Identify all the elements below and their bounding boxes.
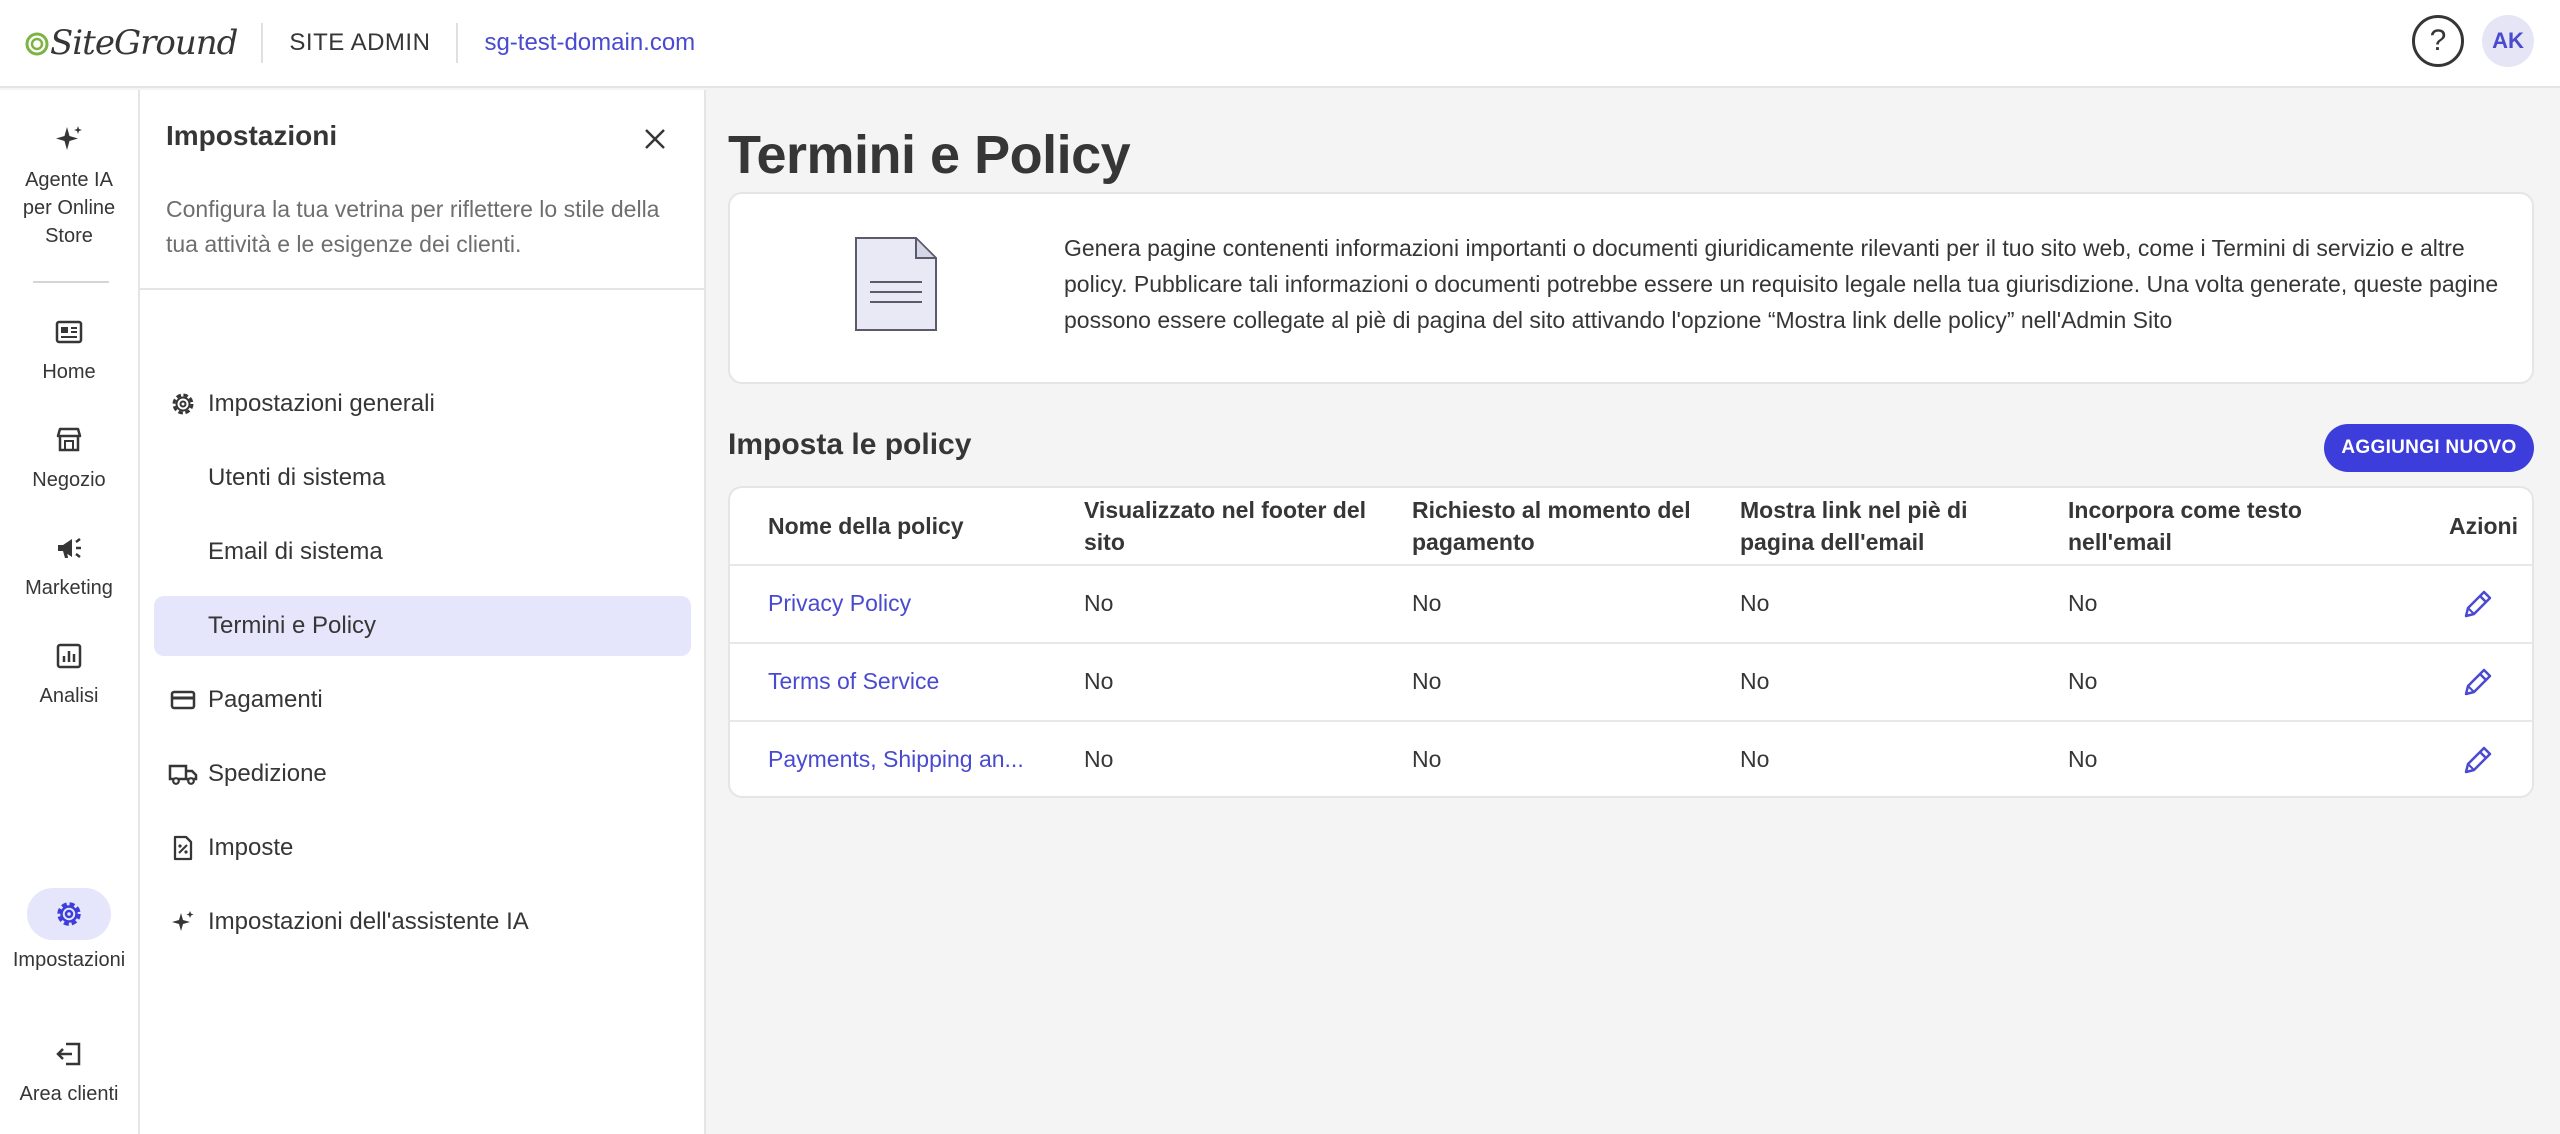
icon-rail: Agente IA per Online Store Home Negozio … — [0, 90, 140, 1134]
tax-document-icon — [166, 835, 200, 861]
policy-name-link[interactable]: Payments, Shipping an... — [768, 746, 1024, 773]
rail-item-label: Area clienti — [19, 1083, 119, 1105]
embed-value: No — [2068, 668, 2098, 694]
rail-item-ai-agent[interactable]: Agente IA per Online Store — [0, 120, 138, 250]
rail-item-label: Agente IA per Online Store — [22, 169, 116, 247]
email-link-value: No — [1740, 590, 1770, 616]
edit-button[interactable] — [2458, 662, 2498, 702]
close-icon — [645, 129, 665, 149]
email-link-value: No — [1740, 746, 1770, 772]
policy-name-link[interactable]: Terms of Service — [768, 668, 939, 695]
dashboard-icon — [49, 312, 89, 352]
column-header: Mostra link nel piè di pagina dell'email — [1740, 497, 1968, 555]
logo-text: SiteGround — [50, 23, 238, 63]
megaphone-icon — [49, 528, 89, 568]
table-row: Terms of Service No No No No — [730, 644, 2532, 722]
sparkle-icon — [166, 909, 200, 935]
close-button[interactable] — [640, 124, 670, 154]
siteground-logo-icon — [25, 32, 49, 56]
rail-divider — [33, 281, 109, 283]
embed-value: No — [2068, 590, 2098, 616]
settings-divider — [140, 288, 704, 290]
menu-item-label: Utenti di sistema — [208, 464, 386, 491]
section-title: Imposta le policy — [728, 428, 972, 461]
menu-item-taxes[interactable]: Imposte — [154, 818, 691, 878]
footer-value: No — [1084, 746, 1114, 772]
header-divider — [261, 23, 264, 63]
rail-item-label: Marketing — [25, 577, 113, 599]
menu-item-system-users[interactable]: Utenti di sistema — [154, 448, 691, 508]
pencil-icon — [2464, 746, 2492, 774]
checkout-value: No — [1412, 590, 1442, 616]
rail-item-label: Negozio — [32, 469, 106, 491]
rail-item-label: Impostazioni — [12, 949, 126, 971]
footer-value: No — [1084, 668, 1114, 694]
embed-value: No — [2068, 746, 2098, 772]
rail-item-label: Home — [42, 361, 96, 383]
gear-icon — [27, 888, 111, 940]
email-link-value: No — [1740, 668, 1770, 694]
table-row: Payments, Shipping an... No No No No — [730, 722, 2532, 796]
info-card: Genera pagine contenenti informazioni im… — [728, 192, 2534, 384]
menu-item-label: Impostazioni generali — [208, 390, 435, 417]
checkout-value: No — [1412, 746, 1442, 772]
settings-description: Configura la tua vetrina per riflettere … — [166, 196, 660, 257]
checkout-value: No — [1412, 668, 1442, 694]
store-icon — [49, 420, 89, 460]
rail-item-client-area[interactable]: Area clienti — [0, 1034, 138, 1108]
footer-value: No — [1084, 590, 1114, 616]
settings-title: Impostazioni — [166, 120, 338, 151]
table-row: Privacy Policy No No No No — [730, 566, 2532, 644]
policy-table: Nome della policy Visualizzato nel foote… — [728, 486, 2534, 798]
menu-item-general-settings[interactable]: Impostazioni generali — [154, 374, 691, 434]
rail-item-marketing[interactable]: Marketing — [0, 528, 138, 602]
pencil-icon — [2464, 668, 2492, 696]
menu-item-label: Imposte — [208, 834, 294, 861]
exit-icon — [49, 1034, 89, 1074]
gear-icon — [166, 391, 200, 417]
rail-item-analytics[interactable]: Analisi — [0, 636, 138, 710]
policy-name-link[interactable]: Privacy Policy — [768, 590, 911, 617]
rail-item-settings[interactable]: Impostazioni — [0, 888, 138, 974]
menu-item-shipping[interactable]: Spedizione — [154, 744, 691, 804]
rail-item-store[interactable]: Negozio — [0, 420, 138, 494]
column-header: Azioni — [2449, 513, 2518, 539]
chart-icon — [49, 636, 89, 676]
column-header: Nome della policy — [768, 513, 964, 539]
help-button[interactable]: ? — [2412, 15, 2464, 67]
page-title: Termini e Policy — [728, 125, 1131, 185]
info-text: Genera pagine contenenti informazioni im… — [1064, 235, 2499, 333]
menu-item-ai-assistant-settings[interactable]: Impostazioni dell'assistente IA — [154, 892, 691, 952]
menu-item-label: Impostazioni dell'assistente IA — [208, 908, 529, 935]
menu-item-label: Termini e Policy — [208, 612, 377, 639]
rail-item-label: Analisi — [39, 685, 99, 707]
column-header: Incorpora come testo nell'email — [2068, 497, 2302, 555]
pencil-icon — [2464, 590, 2492, 618]
menu-item-terms-policy[interactable]: Termini e Policy — [154, 596, 691, 656]
main-content: Termini e Policy Genera pagine contenent… — [708, 90, 2560, 1134]
siteground-logo[interactable]: SiteGround — [24, 0, 238, 87]
column-header: Richiesto al momento del pagamento — [1412, 497, 1691, 555]
rail-item-home[interactable]: Home — [0, 312, 138, 386]
edit-button[interactable] — [2458, 584, 2498, 624]
menu-item-label: Pagamenti — [208, 686, 323, 713]
truck-icon — [166, 762, 200, 786]
menu-item-label: Email di sistema — [208, 538, 383, 565]
menu-item-payments[interactable]: Pagamenti — [154, 670, 691, 730]
edit-button[interactable] — [2458, 740, 2498, 780]
document-icon — [854, 236, 938, 337]
table-header-row: Nome della policy Visualizzato nel foote… — [730, 488, 2532, 566]
credit-card-icon — [166, 689, 200, 711]
settings-panel: Impostazioni Configura la tua vetrina pe… — [140, 90, 706, 1134]
menu-item-label: Spedizione — [208, 760, 327, 787]
site-admin-label: SITE ADMIN — [289, 29, 431, 56]
avatar[interactable]: AK — [2482, 15, 2534, 67]
menu-item-system-email[interactable]: Email di sistema — [154, 522, 691, 582]
top-bar: SiteGround SITE ADMIN sg-test-domain.com… — [0, 0, 2560, 88]
domain-link[interactable]: sg-test-domain.com — [484, 29, 695, 57]
column-header: Visualizzato nel footer del sito — [1084, 497, 1367, 555]
header-divider — [456, 23, 459, 63]
sparkle-icon — [49, 120, 89, 160]
add-new-button[interactable]: AGGIUNGI NUOVO — [2324, 424, 2534, 472]
